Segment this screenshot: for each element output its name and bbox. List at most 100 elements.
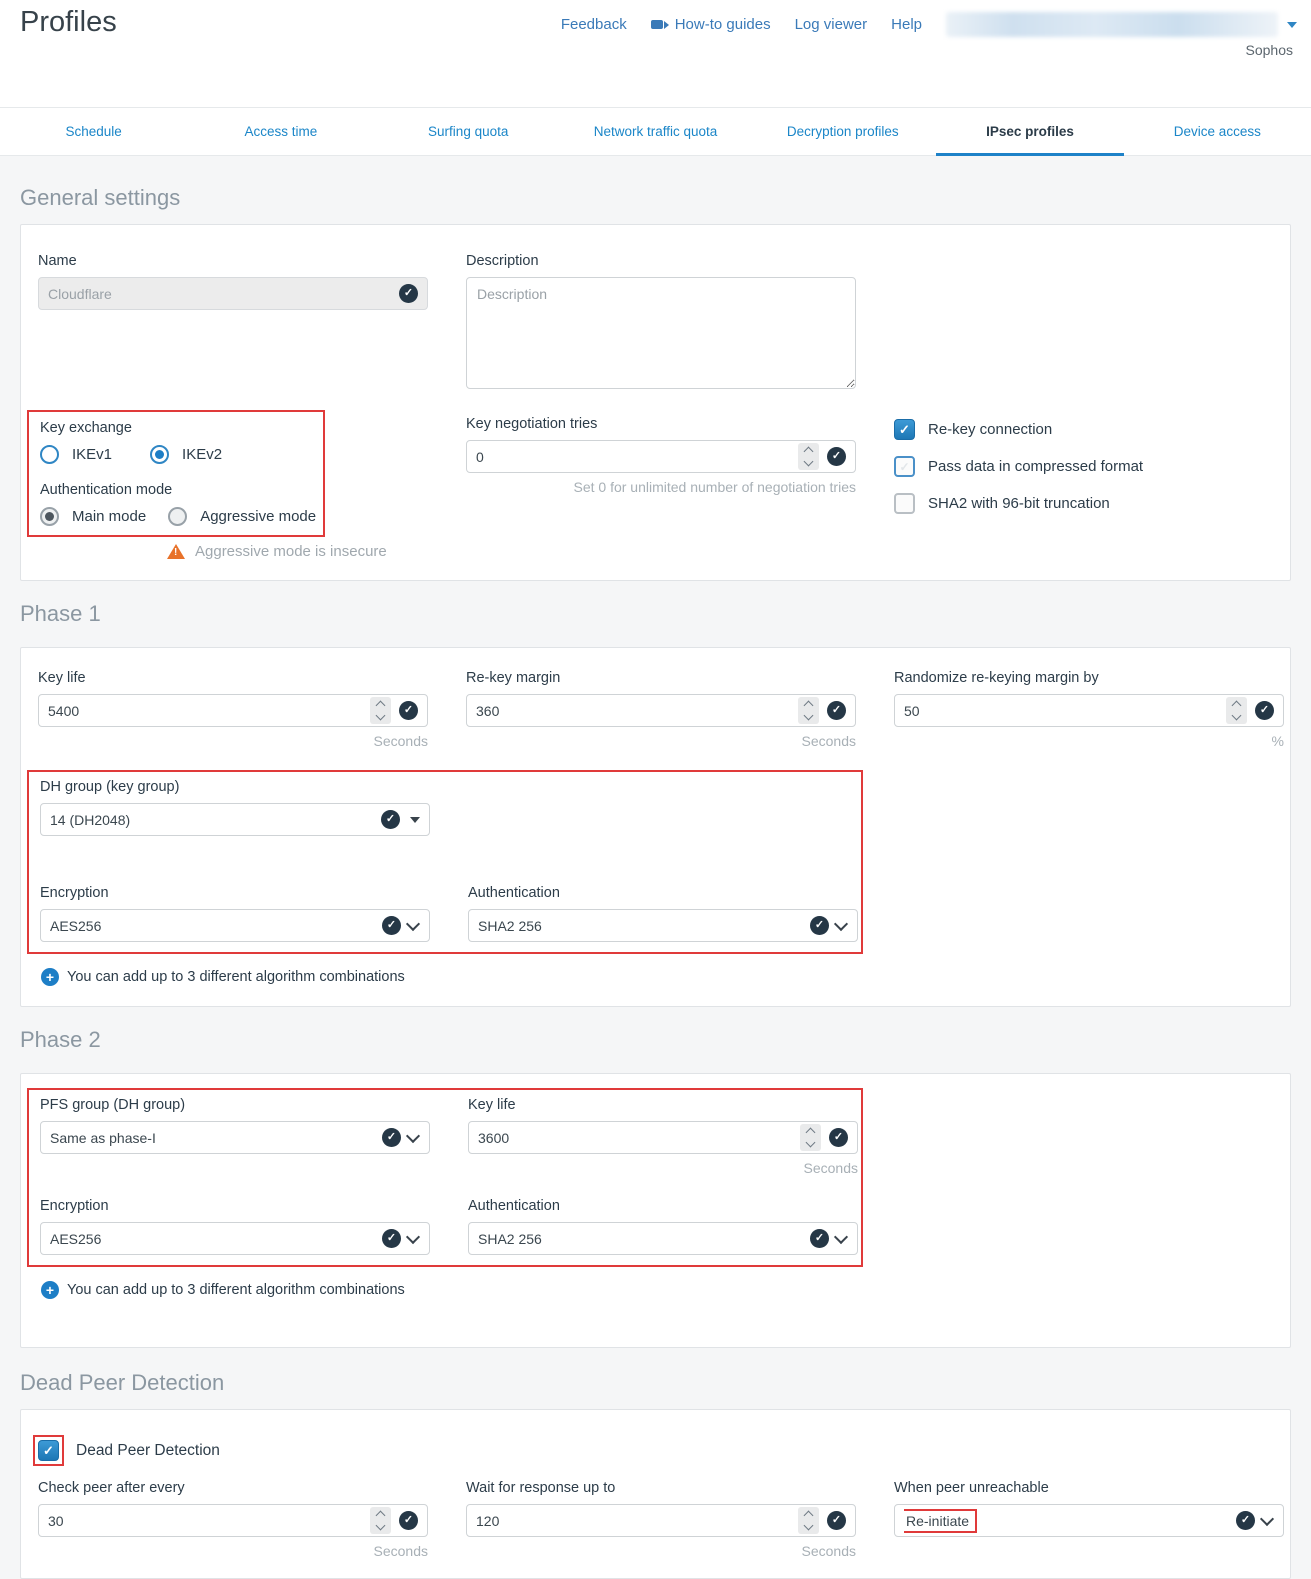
reinitiate-annotation-box: Re-initiate (904, 1509, 977, 1533)
caret-down-icon (1287, 22, 1297, 28)
radio-main-mode[interactable] (40, 507, 59, 526)
dh-group-select[interactable]: 14 (DH2048) (40, 803, 430, 836)
tab-network-traffic-quota[interactable]: Network traffic quota (562, 108, 749, 155)
howto-guides-link[interactable]: How-to guides (651, 16, 771, 33)
valid-check-icon (399, 284, 418, 303)
general-settings-card: Name Cloudflare Key exchange IKEv1 IKEv2… (20, 224, 1291, 581)
valid-check-icon (382, 1128, 401, 1147)
chevron-down-icon (1260, 1511, 1274, 1525)
warning-icon (167, 544, 185, 559)
valid-check-icon (381, 810, 400, 829)
p2-authentication-label: Authentication (468, 1198, 858, 1214)
dpd-checkbox[interactable] (38, 1440, 59, 1461)
add-plus-icon[interactable] (41, 968, 59, 986)
check-peer-input[interactable]: 30 (38, 1504, 428, 1537)
name-label: Name (38, 253, 428, 269)
p1-randomize-label: Randomize re-keying margin by (894, 670, 1284, 686)
valid-check-icon (827, 1511, 846, 1530)
valid-check-icon (827, 701, 846, 720)
checkbox-unchecked-icon[interactable] (894, 456, 915, 477)
p1-add-combination-note[interactable]: You can add up to 3 different algorithm … (41, 968, 1273, 986)
tab-schedule[interactable]: Schedule (0, 108, 187, 155)
radio-aggressive-mode[interactable] (168, 507, 187, 526)
number-stepper[interactable] (1226, 697, 1247, 724)
valid-check-icon (827, 447, 846, 466)
video-camera-icon (651, 20, 669, 29)
tab-access-time[interactable]: Access time (187, 108, 374, 155)
number-stepper[interactable] (370, 1507, 391, 1534)
auth-mode-label: Authentication mode (40, 482, 323, 498)
wait-response-input[interactable]: 120 (466, 1504, 856, 1537)
number-stepper[interactable] (800, 1124, 821, 1151)
phase2-heading: Phase 2 (16, 1007, 1295, 1073)
dh-group-label: DH group (key group) (40, 779, 861, 795)
p1-key-life-input[interactable]: 5400 (38, 694, 428, 727)
valid-check-icon (1236, 1511, 1255, 1530)
checkbox-disabled-icon[interactable] (894, 493, 915, 514)
p2-encryption-select[interactable]: AES256 (40, 1222, 430, 1255)
pfs-group-select[interactable]: Same as phase-I (40, 1121, 430, 1154)
tab-decryption-profiles[interactable]: Decryption profiles (749, 108, 936, 155)
key-negotiation-input[interactable]: 0 (466, 440, 856, 473)
dropdown-arrow-icon (410, 817, 420, 823)
log-viewer-link[interactable]: Log viewer (795, 16, 868, 33)
number-stepper[interactable] (798, 1507, 819, 1534)
phase1-card: Key life 5400 Seconds Re-key margin 360 … (20, 647, 1291, 1007)
p2-add-combination-note[interactable]: You can add up to 3 different algorithm … (41, 1281, 1273, 1299)
general-settings-heading: General settings (16, 156, 1295, 224)
p1-authentication-select[interactable]: SHA2 256 (468, 909, 858, 942)
p1-authentication-label: Authentication (468, 885, 858, 901)
compressed-format-option[interactable]: Pass data in compressed format (894, 456, 1284, 477)
radio-ikev2[interactable] (150, 445, 169, 464)
key-exchange-annotation-box: Key exchange IKEv1 IKEv2 Authentication … (27, 410, 325, 537)
p2-encryption-label: Encryption (40, 1198, 430, 1214)
chevron-down-icon (834, 916, 848, 930)
key-exchange-label: Key exchange (40, 420, 323, 436)
when-unreachable-select[interactable]: Re-initiate (894, 1504, 1284, 1537)
p1-rekey-margin-input[interactable]: 360 (466, 694, 856, 727)
profile-tabs: Schedule Access time Surfing quota Netwo… (0, 107, 1311, 156)
p2-key-life-input[interactable]: 3600 (468, 1121, 858, 1154)
wait-response-label: Wait for response up to (466, 1480, 856, 1496)
description-textarea[interactable] (466, 277, 856, 389)
valid-check-icon (399, 701, 418, 720)
p1-key-life-label: Key life (38, 670, 428, 686)
number-stepper[interactable] (798, 697, 819, 724)
valid-check-icon (382, 916, 401, 935)
feedback-link[interactable]: Feedback (561, 16, 627, 33)
valid-check-icon (829, 1128, 848, 1147)
number-stepper[interactable] (798, 443, 819, 470)
dpd-enable-label: Dead Peer Detection (76, 1442, 220, 1460)
dpd-card: Dead Peer Detection Check peer after eve… (20, 1409, 1291, 1579)
key-negotiation-label: Key negotiation tries (466, 416, 856, 432)
checkbox-checked-icon[interactable] (894, 419, 915, 440)
p1-encryption-select[interactable]: AES256 (40, 909, 430, 942)
account-name-blurred (946, 12, 1278, 37)
name-input[interactable]: Cloudflare (38, 277, 428, 310)
dpd-heading: Dead Peer Detection (16, 1348, 1295, 1409)
add-plus-icon[interactable] (41, 1281, 59, 1299)
p1-rekey-margin-label: Re-key margin (466, 670, 856, 686)
sha2-truncation-option[interactable]: SHA2 with 96-bit truncation (894, 493, 1284, 514)
number-stepper[interactable] (370, 697, 391, 724)
valid-check-icon (1255, 701, 1274, 720)
p2-key-life-label: Key life (468, 1097, 858, 1113)
chevron-down-icon (406, 1229, 420, 1243)
tab-device-access[interactable]: Device access (1124, 108, 1311, 155)
tab-surfing-quota[interactable]: Surfing quota (375, 108, 562, 155)
rekey-connection-option[interactable]: Re-key connection (894, 419, 1284, 440)
help-link[interactable]: Help (891, 16, 922, 33)
valid-check-icon (810, 916, 829, 935)
page-header: Profiles Feedback How-to guides Log view… (0, 0, 1311, 107)
phase1-algorithms-annotation-box: DH group (key group) 14 (DH2048) Encrypt… (27, 770, 863, 954)
p1-randomize-input[interactable]: 50 (894, 694, 1284, 727)
phase2-card: PFS group (DH group) Same as phase-I Key… (20, 1073, 1291, 1348)
valid-check-icon (810, 1229, 829, 1248)
chevron-down-icon (406, 916, 420, 930)
valid-check-icon (399, 1511, 418, 1530)
account-selector[interactable] (946, 12, 1297, 37)
tab-ipsec-profiles[interactable]: IPsec profiles (936, 108, 1123, 155)
radio-ikev1[interactable] (40, 445, 59, 464)
p2-authentication-select[interactable]: SHA2 256 (468, 1222, 858, 1255)
aggressive-mode-warning: Aggressive mode is insecure (195, 543, 387, 560)
